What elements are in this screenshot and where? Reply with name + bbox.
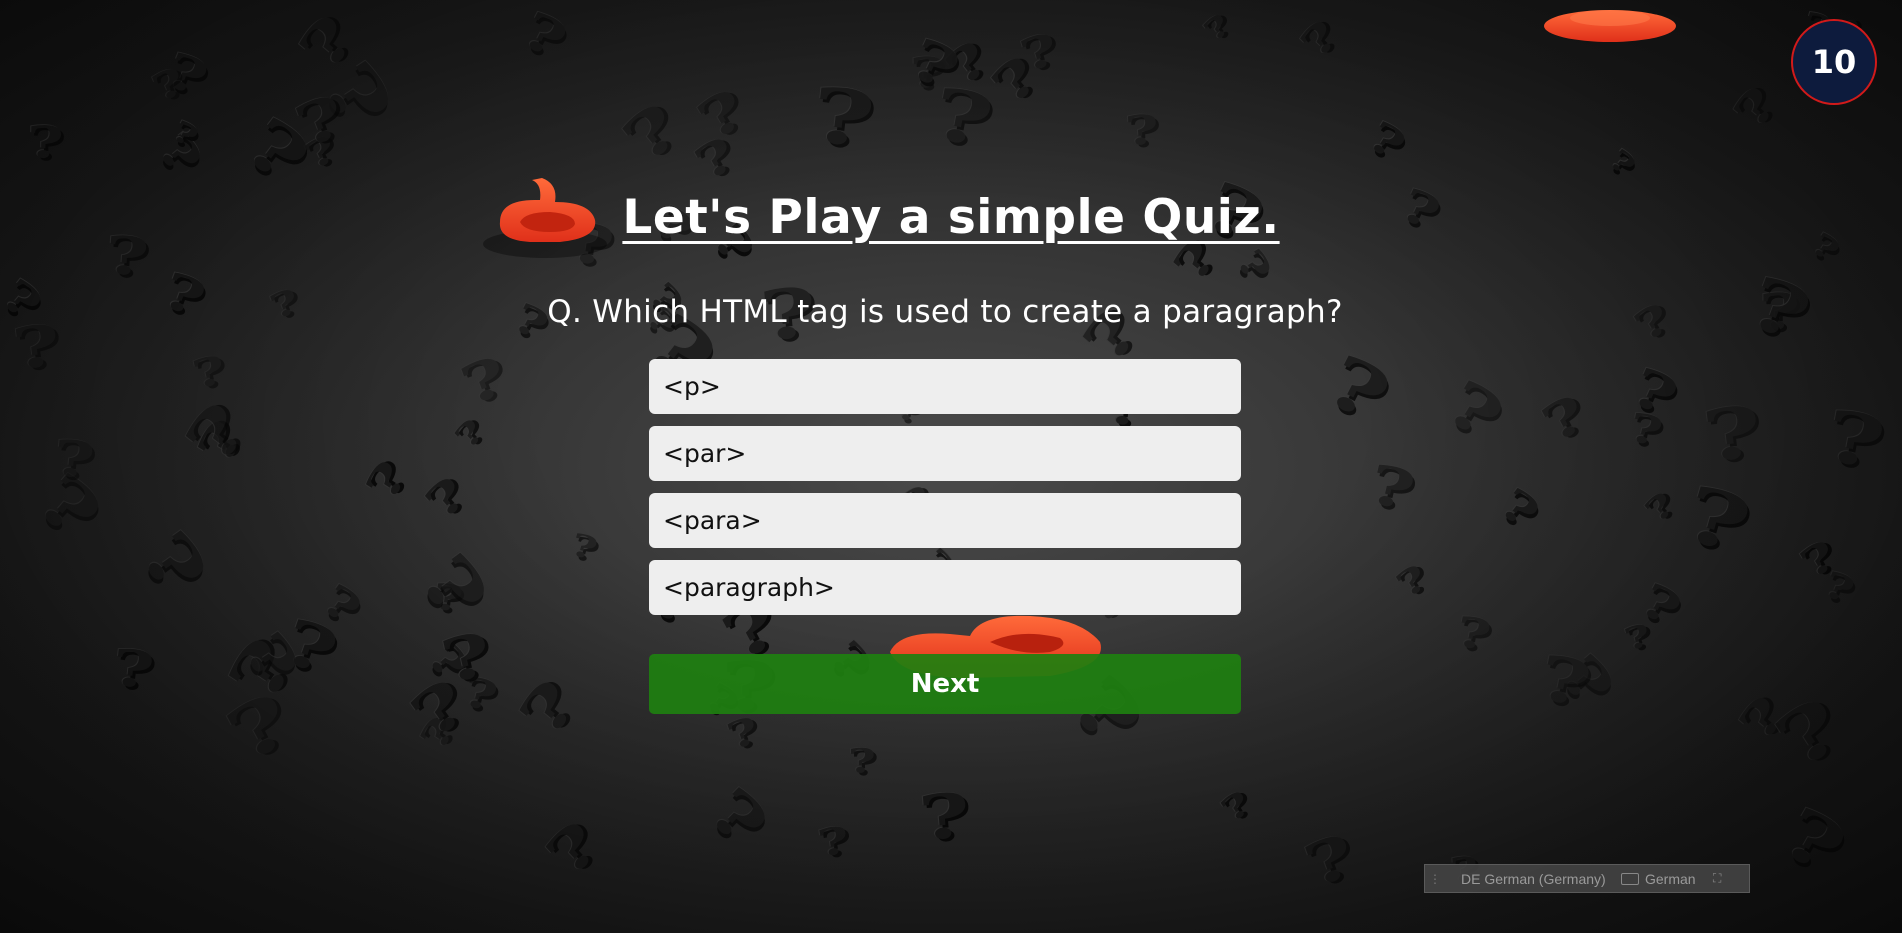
question-text: Q. Which HTML tag is used to create a pa… [547, 294, 1343, 330]
answer-option-4[interactable]: <paragraph> [649, 560, 1241, 615]
timer-value: 10 [1811, 43, 1857, 81]
answer-option-3[interactable]: <para> [649, 493, 1241, 548]
countdown-timer: 10 [1791, 19, 1877, 105]
keyboard-layout[interactable]: German [1645, 871, 1705, 887]
answer-option-1[interactable]: <p> [649, 359, 1241, 414]
input-language[interactable]: DE German (Germany) [1461, 871, 1611, 887]
next-button[interactable]: Next [649, 654, 1241, 714]
quiz-title: Let's Play a simple Quiz. [622, 190, 1280, 245]
answer-option-2[interactable]: <par> [649, 426, 1241, 481]
answer-options: <p> <par> <para> <paragraph> [649, 359, 1241, 627]
quiz-stage: ????????????????????????????????????????… [0, 0, 1902, 933]
red-question-mark-top-icon [1544, 10, 1676, 42]
keyboard-icon [1621, 872, 1639, 885]
restore-icon[interactable]: ⛶ [1713, 871, 1721, 886]
grip-icon[interactable]: ⋮ [1429, 872, 1441, 886]
language-bar[interactable]: ⋮ DE German (Germany) German ⛶ [1424, 864, 1750, 893]
